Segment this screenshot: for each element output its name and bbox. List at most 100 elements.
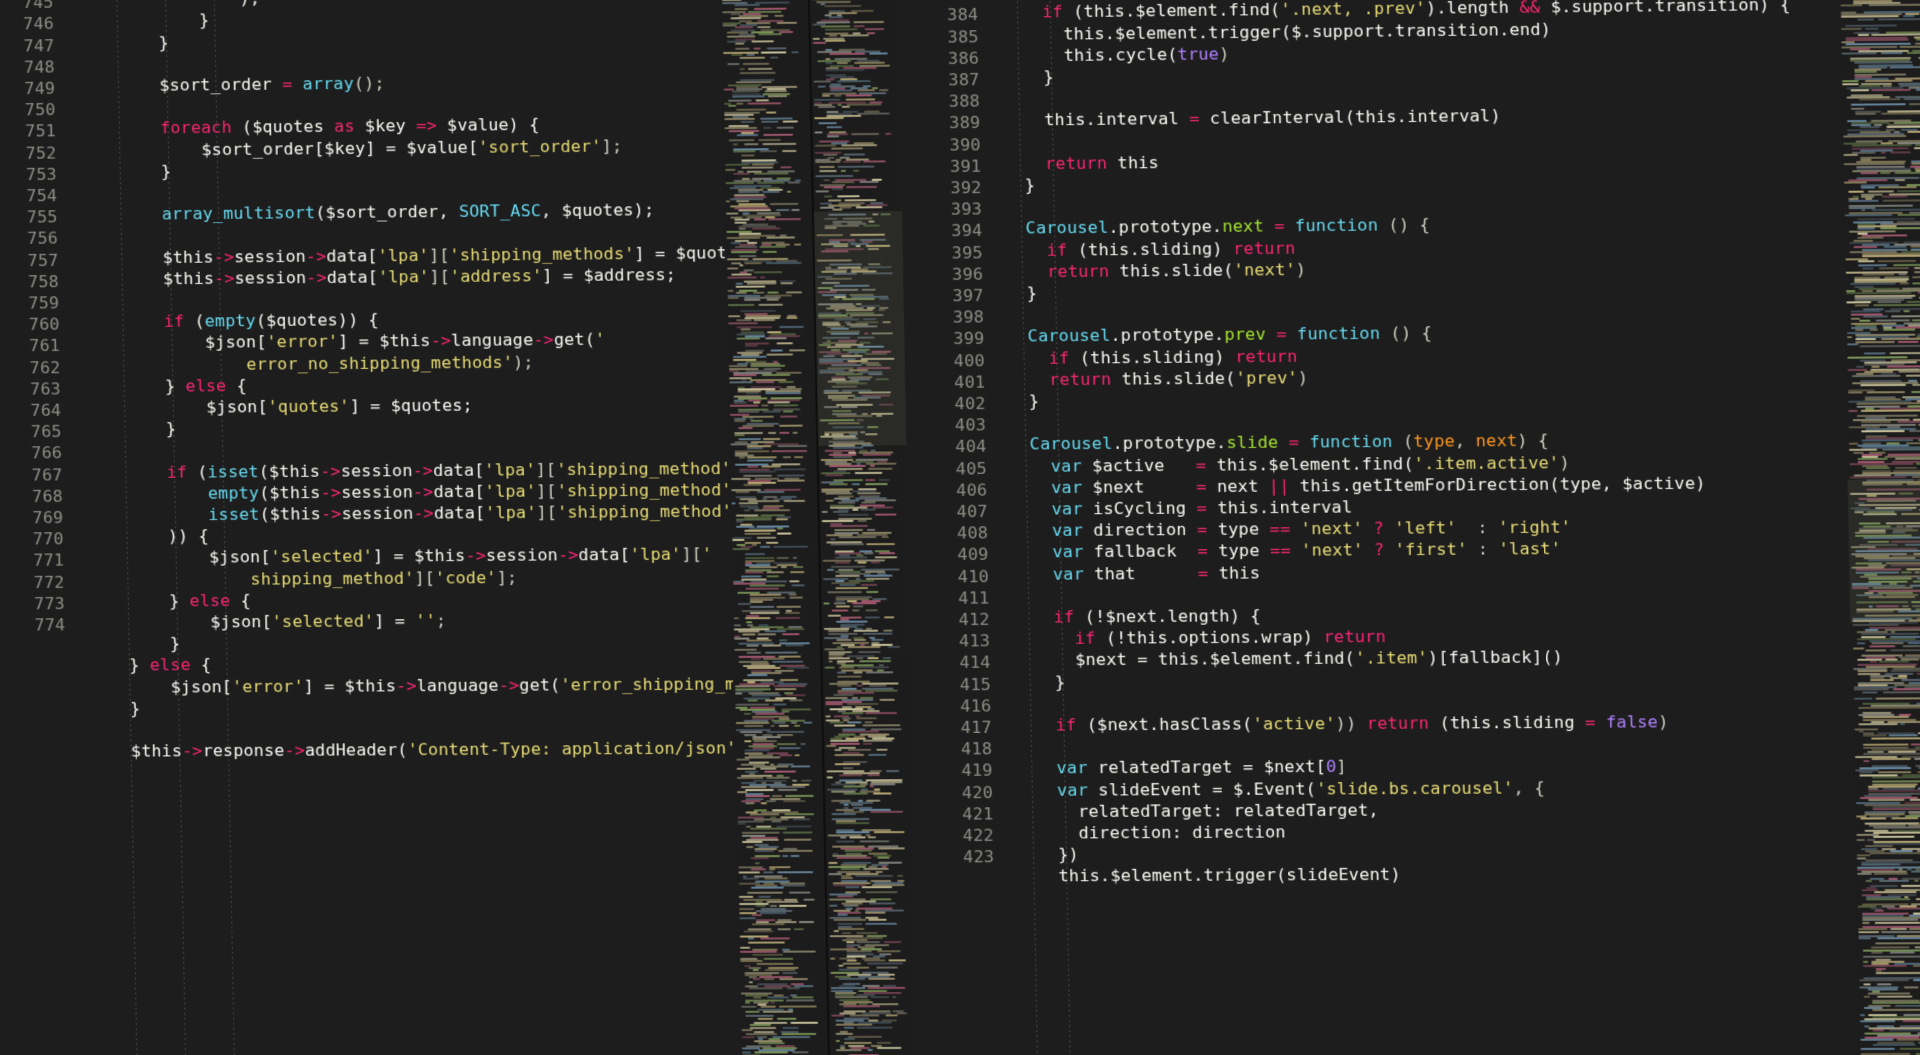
code-line[interactable]: } else { bbox=[88, 655, 211, 675]
minimap-line bbox=[1911, 275, 1920, 278]
code-line[interactable]: } bbox=[1004, 175, 1036, 194]
code-line[interactable]: Carousel.prototype.prev = function () { bbox=[1007, 323, 1432, 345]
code-line[interactable]: if (this.sliding) return bbox=[1007, 346, 1298, 367]
code-line[interactable]: } else { bbox=[83, 376, 247, 396]
code-line[interactable]: var relatedTarget = $next[0] bbox=[1015, 757, 1347, 778]
javascript-code-area[interactable]: Carousel.prototype.pause = function (e) … bbox=[991, 0, 1860, 1055]
minimap-line bbox=[800, 742, 806, 745]
minimap-line bbox=[739, 470, 777, 473]
code-line[interactable]: }) bbox=[1017, 845, 1079, 864]
code-token: this.interval bbox=[1206, 497, 1353, 518]
code-line[interactable]: this.$element.trigger($.support.transiti… bbox=[1001, 19, 1551, 43]
code-line[interactable]: } bbox=[76, 11, 210, 31]
code-token: this.interval bbox=[1002, 109, 1190, 131]
code-line[interactable]: if ($next.hasClass('active')) return (th… bbox=[1014, 712, 1669, 735]
code-line[interactable]: var that = this bbox=[1011, 563, 1261, 584]
code-line[interactable]: return this.slide('prev') bbox=[1008, 368, 1308, 389]
code-line[interactable]: if (this.sliding) return bbox=[1005, 238, 1296, 259]
code-line[interactable]: var direction = type == 'next' ? 'left' … bbox=[1011, 517, 1571, 540]
minimap-line bbox=[763, 438, 781, 441]
minimap-line bbox=[739, 67, 746, 70]
php-code-area[interactable]: 'error' => $quote['error'] ); } } $sort_… bbox=[67, 0, 742, 1055]
code-line[interactable]: if (!$next.length) { bbox=[1012, 606, 1261, 627]
minimap-line bbox=[745, 788, 774, 791]
code-token: fallback bbox=[1083, 541, 1198, 562]
minimap-viewport[interactable] bbox=[814, 211, 907, 446]
code-line[interactable]: $json['error'] = $this->language->get(' bbox=[82, 330, 606, 353]
code-line[interactable]: Carousel.prototype.slide = function (typ… bbox=[1009, 431, 1549, 454]
code-line[interactable]: var $active = this.$element.find('.item.… bbox=[1009, 452, 1570, 476]
code-line[interactable]: $this->session->data['lpa']['address'] =… bbox=[81, 265, 676, 289]
code-line[interactable]: error_no_shipping_methods'); bbox=[83, 352, 534, 374]
code-line[interactable]: var isCycling = this.interval bbox=[1010, 497, 1353, 518]
code-line[interactable]: $json['selected'] = ''; bbox=[88, 611, 446, 632]
code-token: $key bbox=[354, 116, 417, 137]
code-line[interactable]: var fallback = type == 'next' ? 'first' … bbox=[1011, 539, 1561, 562]
code-line[interactable]: if (!this.options.wrap) return bbox=[1013, 627, 1386, 648]
code-line[interactable]: foreach ($quotes as $key => $value) { bbox=[78, 115, 540, 138]
code-line[interactable]: relatedTarget: relatedTarget, bbox=[1016, 800, 1379, 821]
code-token: $active bbox=[1081, 455, 1196, 476]
php-editor-pane[interactable]: 7447457467477487497507517527537547557567… bbox=[0, 0, 830, 1055]
code-line[interactable]: ); bbox=[76, 0, 260, 9]
minimap-line bbox=[1875, 697, 1920, 700]
code-token: -> bbox=[320, 482, 342, 502]
minimap-line bbox=[792, 557, 797, 560]
code-line[interactable]: array_multisort($sort_order, SORT_ASC, $… bbox=[80, 200, 655, 224]
code-line[interactable]: $json['selected'] = $this->session->data… bbox=[86, 545, 712, 568]
minimap-line bbox=[837, 927, 864, 930]
line-number: 384 bbox=[946, 5, 979, 25]
code-line[interactable]: direction: direction bbox=[1016, 822, 1286, 842]
minimap-line bbox=[1902, 644, 1920, 647]
code-line[interactable]: this.interval = clearInterval(this.inter… bbox=[1002, 106, 1501, 131]
code-line[interactable]: )) { bbox=[86, 526, 209, 546]
code-line[interactable]: if (this.$element.find('.next, .prev').l… bbox=[1001, 0, 1791, 22]
minimap-line bbox=[1841, 27, 1862, 30]
code-line[interactable]: } bbox=[88, 634, 181, 653]
code-line[interactable]: } bbox=[1013, 672, 1066, 691]
minimap-line bbox=[1896, 1038, 1920, 1041]
minimap-line bbox=[744, 143, 759, 146]
code-line[interactable]: $this->session->data['lpa']['shipping_me… bbox=[81, 242, 741, 266]
code-line[interactable]: $sort_order = array(); bbox=[77, 73, 385, 95]
code-line[interactable]: shipping_method']['code']; bbox=[87, 567, 517, 588]
code-line[interactable]: this.cycle(true) bbox=[1002, 44, 1230, 65]
minimap-line bbox=[729, 381, 753, 384]
code-line[interactable]: } bbox=[1002, 67, 1054, 86]
code-line[interactable]: } bbox=[84, 419, 177, 438]
code-line[interactable]: return this.slide('next') bbox=[1006, 260, 1306, 281]
code-line[interactable]: } bbox=[1006, 283, 1038, 302]
code-line[interactable]: var $next = next || this.getItemForDirec… bbox=[1010, 473, 1706, 497]
minimap-line bbox=[803, 898, 815, 901]
code-line[interactable]: } else { bbox=[87, 590, 252, 611]
code-token: 'Content-Type: application/json' bbox=[407, 738, 737, 760]
javascript-editor-pane[interactable]: 3823833843853863873883893903913923933943… bbox=[809, 0, 1860, 1055]
code-line[interactable]: var slideEvent = $.Event('slide.bs.carou… bbox=[1015, 778, 1545, 800]
code-line[interactable]: $json['error'] = $this->language->get('e… bbox=[89, 673, 741, 696]
line-number: 774 bbox=[34, 615, 66, 635]
code-line[interactable]: } bbox=[79, 161, 172, 181]
minimap-line bbox=[819, 165, 835, 168]
code-line[interactable]: if (isset($this->session->data['lpa']['s… bbox=[85, 458, 741, 482]
code-line[interactable]: Carousel.prototype.next = function () { bbox=[1005, 215, 1430, 238]
minimap-line bbox=[877, 856, 890, 859]
minimap-viewport[interactable] bbox=[1847, 478, 1920, 623]
code-line[interactable]: isset($this->session->data['lpa']['shipp… bbox=[85, 501, 741, 525]
minimap-line bbox=[1865, 649, 1887, 652]
code-line[interactable]: } bbox=[1008, 391, 1040, 410]
code-line[interactable]: if (empty($quotes)) { bbox=[82, 310, 379, 331]
minimap-line bbox=[791, 765, 810, 768]
code-line[interactable]: empty($this->session->data['lpa']['shipp… bbox=[85, 480, 741, 503]
minimap-line bbox=[742, 1047, 761, 1050]
code-line[interactable]: this.$element.trigger(slideEvent) bbox=[1017, 865, 1401, 886]
minimap-line bbox=[776, 341, 794, 345]
code-line[interactable]: $next = this.$element.find('.item')[fall… bbox=[1013, 648, 1563, 670]
code-line[interactable]: $this->response->addHeader('Content-Type… bbox=[90, 738, 741, 760]
code-line[interactable]: return this bbox=[1004, 153, 1159, 173]
code-line[interactable]: } bbox=[77, 33, 169, 53]
code-line[interactable]: $json['quotes'] = $quotes; bbox=[83, 395, 473, 418]
code-line[interactable]: $sort_order[$key] = $value['sort_order']… bbox=[79, 136, 622, 160]
code-token: { bbox=[230, 590, 252, 610]
code-line[interactable]: } bbox=[89, 699, 141, 718]
minimap-line bbox=[838, 964, 844, 967]
